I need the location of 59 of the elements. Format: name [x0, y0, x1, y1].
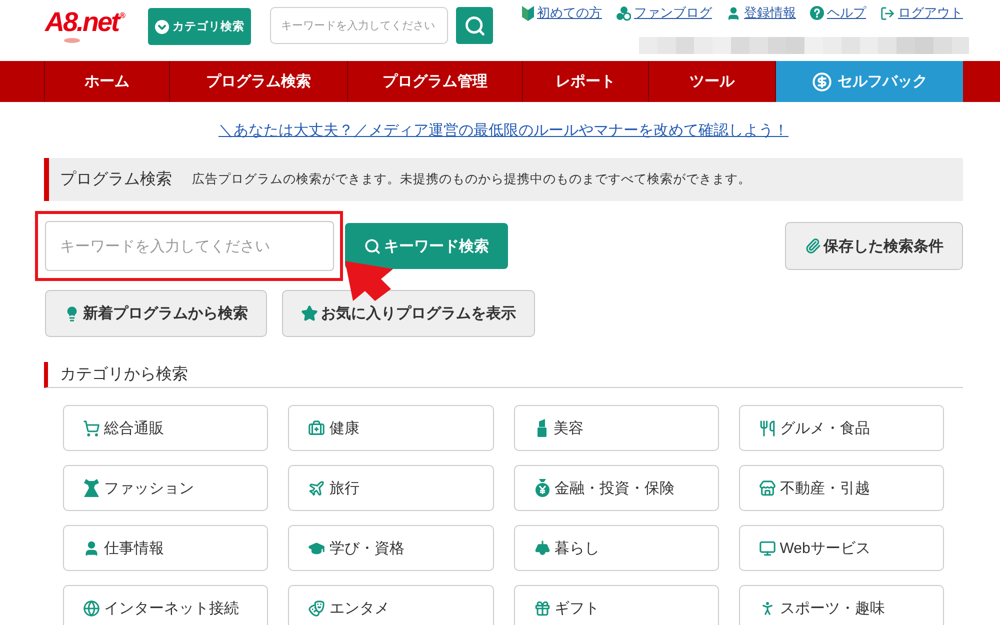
beginner-mark-icon	[522, 5, 534, 21]
theater-masks-icon	[308, 600, 326, 616]
person-icon	[726, 6, 741, 20]
filter-button[interactable]: お気に入りプログラムを表示	[282, 290, 535, 337]
ceiling-lamp-icon	[534, 540, 550, 556]
circles-icon	[616, 6, 631, 20]
category-link[interactable]: スポーツ・趣味	[738, 585, 944, 625]
star-icon	[301, 305, 318, 322]
pointer-arrow	[345, 261, 393, 301]
category-link[interactable]: グルメ・食品	[738, 405, 944, 451]
person-icon	[83, 540, 100, 556]
category-link[interactable]: ギフト	[514, 585, 719, 625]
category-search-button[interactable]: カテゴリ検索	[148, 8, 251, 45]
keyword-field[interactable]: キーワードを入力してください	[45, 221, 334, 271]
category-link[interactable]: 総合通販	[63, 405, 268, 451]
dress-icon	[83, 479, 100, 497]
category-link[interactable]: 健康	[288, 405, 494, 451]
header-link[interactable]: ヘルプ	[810, 4, 866, 22]
category-link[interactable]: 美容	[514, 405, 719, 451]
paperclip-icon	[804, 238, 820, 254]
category-link[interactable]: ファッション	[63, 465, 268, 511]
keyword-search-button[interactable]: キーワード検索	[345, 223, 508, 269]
header-link[interactable]: ファンブログ	[616, 4, 712, 22]
category-link[interactable]: 学び・資格	[288, 525, 494, 571]
notice-link[interactable]: ＼あなたは大丈夫？／メディア運営の最低限のルールやマナーを改めて確認しよう！	[218, 122, 788, 139]
airplane-icon	[308, 480, 326, 496]
category-link[interactable]: エンタメ	[288, 585, 494, 625]
category-link[interactable]: 旅行	[288, 465, 494, 511]
cart-icon	[83, 420, 100, 436]
money-bag-icon	[534, 479, 550, 497]
search-icon	[364, 238, 381, 254]
help-icon	[810, 6, 824, 20]
saved-search-button[interactable]: 保存した検索条件	[785, 222, 963, 270]
category-link[interactable]: 不動産・引越	[738, 465, 944, 511]
first-aid-kit-icon	[308, 420, 326, 436]
monitor-icon	[758, 540, 776, 556]
category-link[interactable]: 仕事情報	[63, 525, 268, 571]
search-field[interactable]: キーワードを入力してください	[270, 7, 448, 44]
category-link[interactable]: 金融・投資・保険	[514, 465, 719, 511]
section-description: 広告プログラムの検索ができます。未提携のものから提携中のものまですべて検索ができます。	[192, 171, 751, 188]
category-link[interactable]: 暮らし	[514, 525, 719, 571]
category-link[interactable]: インターネット接続	[63, 585, 268, 625]
section-title: プログラム検索	[60, 170, 172, 190]
filter-button[interactable]: 新着プログラムから検索	[45, 290, 267, 337]
coin-icon	[812, 72, 832, 92]
shop-icon	[758, 480, 776, 496]
search-button[interactable]	[456, 7, 493, 44]
globe-icon	[83, 600, 100, 616]
fork-and-knife-icon	[758, 420, 776, 436]
header-link[interactable]: 初めての方	[522, 4, 602, 22]
category-link[interactable]: Webサービス	[738, 525, 944, 571]
header-link[interactable]: 登録情報	[726, 4, 796, 22]
gift-icon	[534, 600, 550, 616]
logout-icon	[880, 6, 895, 20]
search-icon	[464, 14, 486, 36]
header-link[interactable]: ログアウト	[880, 4, 963, 22]
chevron-down-icon	[154, 20, 168, 34]
section-heading: カテゴリから検索	[44, 362, 963, 388]
logo[interactable]: A8.net$^{®}$	[45, 8, 135, 44]
